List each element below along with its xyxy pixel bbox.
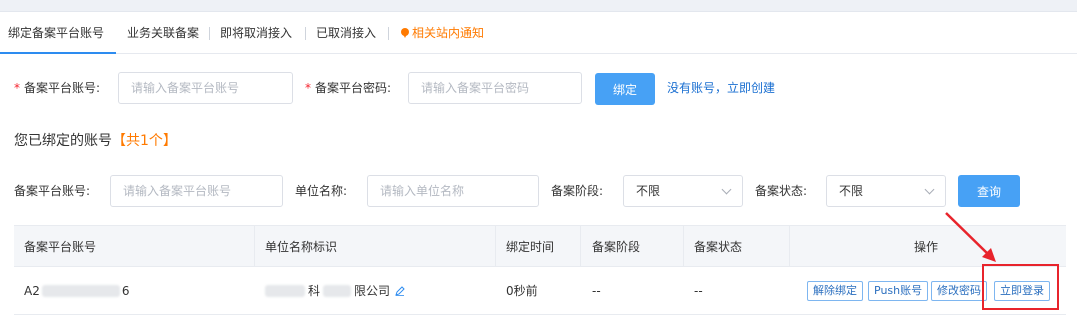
edit-icon[interactable]: [395, 285, 405, 296]
filter-status-label: 备案状态:: [755, 184, 808, 198]
tab-bar: 绑定备案平台账号 业务关联备案 即将取消接入 已取消接入 相关站内通知: [0, 12, 1077, 54]
cell-unit: 科限公司: [265, 267, 405, 315]
cell-bind-time: 0秒前: [506, 284, 538, 298]
tab-separator: [305, 27, 306, 40]
push-account-button[interactable]: Push账号: [868, 281, 929, 301]
required-mark: *: [305, 81, 311, 95]
cell-account: A2 6: [24, 284, 130, 298]
annotation-highlight-box: [982, 264, 1059, 310]
header-status: 备案状态: [694, 240, 743, 254]
tab-site-notices[interactable]: 相关站内通知: [401, 12, 484, 54]
tab-cancel-soon[interactable]: 即将取消接入: [220, 12, 292, 54]
redacted-text: [265, 284, 305, 297]
bind-account-label: * 备案平台账号:: [14, 81, 101, 95]
chevron-down-icon: [721, 184, 732, 195]
unbind-button[interactable]: 解除绑定: [807, 281, 863, 301]
query-button[interactable]: 查询: [958, 175, 1020, 207]
redacted-text: [323, 284, 352, 297]
table-header: 备案平台账号 单位名称标识 绑定时间 备案阶段 备案状态 操作: [14, 225, 1066, 267]
bind-password-label: * 备案平台密码:: [305, 81, 392, 95]
redacted-text: [41, 284, 120, 297]
top-strip: [0, 0, 1077, 12]
header-unit: 单位名称标识: [265, 240, 338, 254]
tab-separator: [209, 27, 210, 40]
tab-business-linked[interactable]: 业务关联备案: [127, 12, 199, 54]
filter-stage-label: 备案阶段:: [551, 184, 604, 198]
bind-password-input[interactable]: [408, 72, 582, 104]
filter-stage-value: 不限: [636, 184, 661, 198]
filter-account-label: 备案平台账号:: [14, 184, 91, 198]
filter-status-select[interactable]: 不限: [826, 175, 946, 207]
cell-stage: --: [592, 284, 601, 298]
header-account: 备案平台账号: [24, 240, 97, 254]
tab-separator: [388, 27, 389, 40]
bound-count: 【共1个】: [112, 133, 177, 149]
table-row: A2 6 科限公司 0秒前 -- -- 解除绑定 Push账号 修改密码 立即登录: [14, 267, 1066, 315]
change-password-button[interactable]: 修改密码: [931, 281, 987, 301]
tab-bind-account[interactable]: 绑定备案平台账号: [0, 12, 116, 54]
create-account-link[interactable]: 没有账号，立即创建: [667, 80, 775, 96]
header-actions: 操作: [914, 240, 939, 254]
chevron-down-icon: [924, 184, 935, 195]
filter-stage-select[interactable]: 不限: [623, 175, 743, 207]
header-bind-time: 绑定时间: [506, 240, 555, 254]
bind-button[interactable]: 绑定: [595, 73, 655, 105]
bound-accounts-title: 您已绑定的账号【共1个】: [14, 133, 177, 149]
filter-unit-input[interactable]: [367, 175, 539, 207]
tab-notices-label: 相关站内通知: [412, 26, 485, 40]
bound-accounts-table: 备案平台账号 单位名称标识 绑定时间 备案阶段 备案状态 操作 A2 6 科限公司…: [14, 225, 1066, 315]
header-stage: 备案阶段: [592, 240, 641, 254]
filter-status-value: 不限: [839, 184, 864, 198]
cell-status: --: [694, 284, 703, 298]
required-mark: *: [14, 81, 20, 95]
filter-account-input[interactable]: [110, 175, 283, 207]
filter-unit-label: 单位名称:: [295, 184, 348, 198]
tab-cancelled[interactable]: 已取消接入: [316, 12, 376, 54]
bind-account-input[interactable]: [118, 72, 293, 104]
location-pin-icon: [401, 28, 409, 38]
